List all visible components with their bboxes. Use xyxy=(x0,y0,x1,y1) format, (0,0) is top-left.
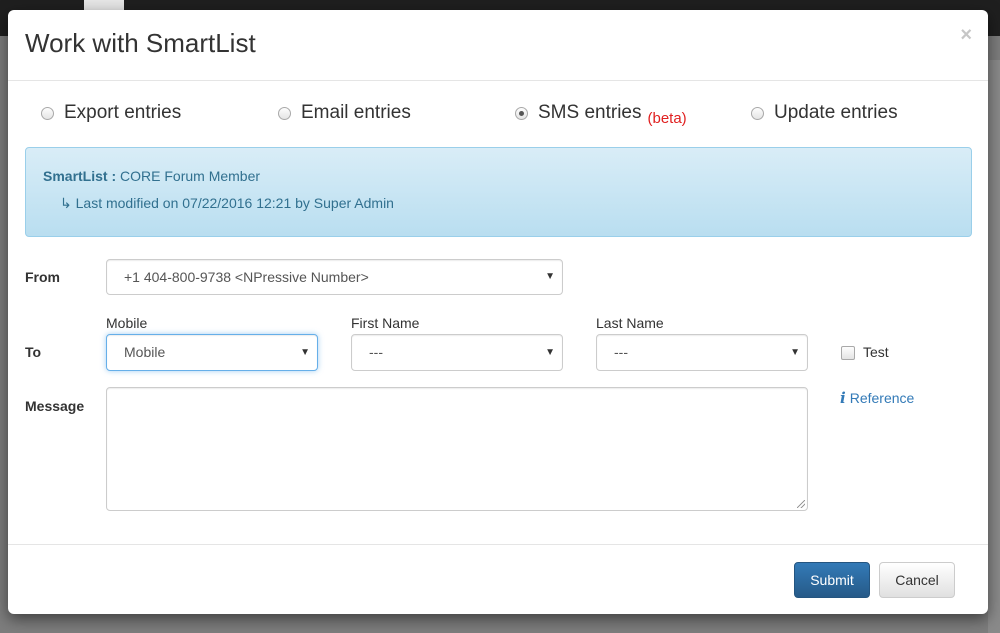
first-name-select[interactable]: --- ▼ xyxy=(351,334,563,371)
cancel-button[interactable]: Cancel xyxy=(879,562,955,598)
resize-handle-icon[interactable] xyxy=(797,500,805,508)
beta-badge: (beta) xyxy=(647,109,687,127)
from-select-value: +1 404-800-9738 <NPressive Number> xyxy=(124,269,369,285)
radio-button[interactable] xyxy=(278,106,291,120)
modal-header: Work with SmartList × xyxy=(8,10,988,81)
mobile-select-value: Mobile xyxy=(124,344,166,360)
action-radio-group: Export entries Email entries SMS entries… xyxy=(8,102,988,130)
radio-label: SMS entries xyxy=(538,102,642,123)
radio-button[interactable] xyxy=(41,106,54,120)
radio-button[interactable] xyxy=(515,106,528,120)
test-checkbox[interactable] xyxy=(841,346,855,360)
radio-label: Export entries xyxy=(64,102,182,123)
radio-button[interactable] xyxy=(751,106,764,120)
reference-link[interactable]: i Reference xyxy=(840,389,914,407)
message-textarea[interactable] xyxy=(106,387,808,511)
chevron-down-icon: ▼ xyxy=(545,347,555,358)
reference-label: Reference xyxy=(849,390,915,406)
mobile-select[interactable]: Mobile ▼ xyxy=(106,334,318,371)
last-modified-line: ↳ Last modified on 07/22/2016 12:21 by S… xyxy=(60,195,394,212)
first-name-select-value: --- xyxy=(369,344,383,360)
smartlist-name-line: SmartList : CORE Forum Member xyxy=(43,168,260,184)
first-name-column-label: First Name xyxy=(351,315,420,331)
test-checkbox-label[interactable]: Test xyxy=(863,344,889,360)
to-label: To xyxy=(25,344,42,360)
last-name-select-value: --- xyxy=(614,344,628,360)
last-name-select[interactable]: --- ▼ xyxy=(596,334,808,371)
radio-email-entries[interactable]: Email entries xyxy=(278,102,411,124)
submit-button[interactable]: Submit xyxy=(794,562,870,598)
modal-title: Work with SmartList xyxy=(25,28,256,58)
last-modified-text: Last modified on 07/22/2016 12:21 by Sup… xyxy=(75,195,394,211)
radio-label: Email entries xyxy=(301,102,411,123)
smartlist-info-box: SmartList : CORE Forum Member ↳ Last mod… xyxy=(25,147,972,237)
last-name-column-label: Last Name xyxy=(596,315,664,331)
radio-export-entries[interactable]: Export entries xyxy=(41,102,181,124)
smartlist-name: CORE Forum Member xyxy=(120,168,261,184)
chevron-down-icon: ▼ xyxy=(300,347,310,358)
from-label: From xyxy=(25,269,60,285)
info-icon: i xyxy=(840,389,846,407)
smartlist-label: SmartList : xyxy=(43,168,117,184)
return-arrow-icon: ↳ xyxy=(60,195,72,211)
smartlist-modal: Work with SmartList × Export entries Ema… xyxy=(8,10,988,614)
background-page-edge xyxy=(988,60,1000,633)
chevron-down-icon: ▼ xyxy=(790,347,800,358)
radio-sms-entries[interactable]: SMS entries (beta) xyxy=(515,102,687,127)
radio-update-entries[interactable]: Update entries xyxy=(751,102,898,124)
from-select[interactable]: +1 404-800-9738 <NPressive Number> ▼ xyxy=(106,259,563,295)
close-icon[interactable]: × xyxy=(960,24,972,47)
chevron-down-icon: ▼ xyxy=(545,271,555,282)
modal-footer: Submit Cancel xyxy=(8,544,988,615)
radio-label: Update entries xyxy=(774,102,898,123)
mobile-column-label: Mobile xyxy=(106,315,148,331)
message-label: Message xyxy=(25,398,85,414)
